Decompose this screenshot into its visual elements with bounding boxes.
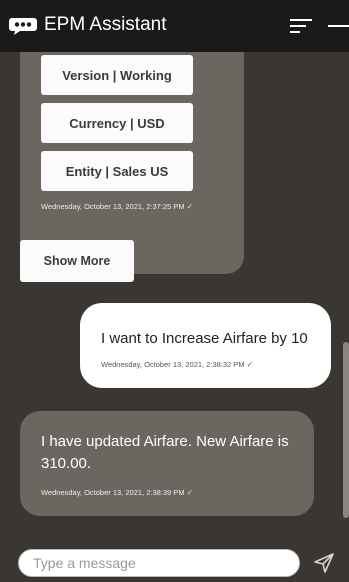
message-timestamp: Wednesday, October 13, 2021, 2:38:39 PM … [41, 488, 193, 497]
scrollbar-thumb[interactable] [343, 342, 349, 518]
bot-message-text: I have updated Airfare. New Airfare is 3… [41, 433, 289, 472]
option-version-button[interactable]: Version | Working [41, 55, 193, 95]
chat-transcript[interactable]: Version | Working Currency | USD Entity … [0, 52, 349, 538]
message-input[interactable] [18, 549, 300, 577]
header-bar: EPM Assistant [0, 0, 349, 52]
page-title: EPM Assistant [44, 14, 167, 35]
message-timestamp: Wednesday, October 13, 2021, 2:37:25 PM … [41, 202, 193, 211]
message-timestamp: Wednesday, October 13, 2021, 2:38:32 PM … [101, 360, 253, 369]
user-message-text: I want to Increase Airfare by 10 [101, 330, 308, 347]
user-message-bubble: I want to Increase Airfare by 10 Wednesd… [80, 303, 331, 388]
option-entity-button[interactable]: Entity | Sales US [41, 151, 193, 191]
minimize-icon[interactable] [328, 25, 349, 27]
option-currency-button[interactable]: Currency | USD [41, 103, 193, 143]
send-icon[interactable] [312, 551, 336, 575]
message-composer [0, 538, 349, 582]
bot-message-bubble: I have updated Airfare. New Airfare is 3… [20, 411, 314, 516]
show-more-button[interactable]: Show More [20, 240, 134, 282]
chat-bubble-icon [9, 18, 37, 35]
menu-icon[interactable] [290, 18, 312, 34]
